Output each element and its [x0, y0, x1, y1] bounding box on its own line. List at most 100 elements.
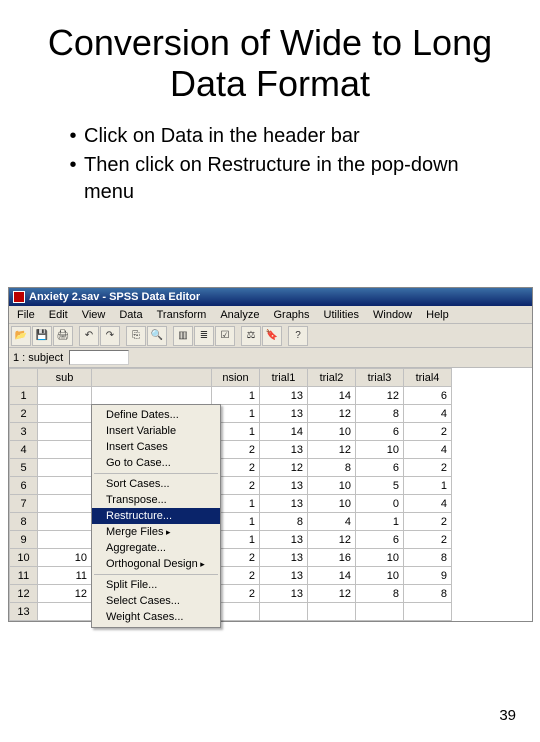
cell[interactable]: 13: [260, 387, 308, 405]
cell[interactable]: 13: [260, 549, 308, 567]
table-row[interactable]: 111314126: [10, 387, 452, 405]
cell[interactable]: 0: [356, 495, 404, 513]
row-number[interactable]: 11: [10, 567, 38, 585]
cell[interactable]: 13: [260, 495, 308, 513]
cell[interactable]: [38, 531, 92, 549]
column-header[interactable]: sub: [38, 369, 92, 387]
menu-item-restructure[interactable]: Restructure...: [92, 508, 220, 524]
cell[interactable]: 14: [308, 567, 356, 585]
cell[interactable]: [38, 477, 92, 495]
cell[interactable]: [38, 459, 92, 477]
chart-button[interactable]: ▥: [173, 326, 193, 346]
table-row[interactable]: 1111221314109: [10, 567, 452, 585]
cell[interactable]: [92, 387, 212, 405]
row-number[interactable]: 9: [10, 531, 38, 549]
table-row[interactable]: 5212862: [10, 459, 452, 477]
menu-item-define-dates[interactable]: Define Dates...: [92, 407, 220, 423]
menu-help[interactable]: Help: [420, 308, 455, 322]
menu-item-transpose[interactable]: Transpose...: [92, 492, 220, 508]
cell[interactable]: 10: [38, 549, 92, 567]
cell[interactable]: 10: [308, 495, 356, 513]
redo-button[interactable]: ↷: [100, 326, 120, 346]
table-row[interactable]: 818412: [10, 513, 452, 531]
cell[interactable]: 9: [404, 567, 452, 585]
undo-button[interactable]: ↶: [79, 326, 99, 346]
cell[interactable]: 6: [356, 423, 404, 441]
cell[interactable]: 4: [308, 513, 356, 531]
column-header[interactable]: trial2: [308, 369, 356, 387]
vars-button[interactable]: ≣: [194, 326, 214, 346]
cell[interactable]: 14: [308, 387, 356, 405]
column-header[interactable]: nsion: [212, 369, 260, 387]
menu-item-aggregate[interactable]: Aggregate...: [92, 540, 220, 556]
menu-item-go-to-case[interactable]: Go to Case...: [92, 455, 220, 471]
cell[interactable]: 4: [404, 441, 452, 459]
cell[interactable]: 10: [356, 549, 404, 567]
cell[interactable]: 12: [308, 531, 356, 549]
cell[interactable]: 10: [356, 441, 404, 459]
row-number[interactable]: 4: [10, 441, 38, 459]
cell[interactable]: 12: [308, 405, 356, 423]
menu-item-insert-cases[interactable]: Insert Cases: [92, 439, 220, 455]
select-button[interactable]: ☑: [215, 326, 235, 346]
menu-edit[interactable]: Edit: [43, 308, 74, 322]
cell[interactable]: [404, 603, 452, 621]
cell[interactable]: [260, 603, 308, 621]
cell[interactable]: [308, 603, 356, 621]
cell[interactable]: 8: [356, 585, 404, 603]
open-button[interactable]: 📂: [11, 326, 31, 346]
row-number[interactable]: 6: [10, 477, 38, 495]
cell[interactable]: 5: [356, 477, 404, 495]
cell[interactable]: 2: [404, 531, 452, 549]
cell[interactable]: 6: [356, 531, 404, 549]
cell[interactable]: 13: [260, 531, 308, 549]
menu-item-merge-files[interactable]: Merge Files: [92, 524, 220, 540]
cell[interactable]: 13: [260, 405, 308, 423]
menu-item-weight-cases[interactable]: Weight Cases...: [92, 609, 220, 625]
goto-button[interactable]: ⎘: [126, 326, 146, 346]
cell[interactable]: 12: [38, 585, 92, 603]
column-header[interactable]: [92, 369, 212, 387]
cell-value-input[interactable]: [69, 350, 129, 365]
data-grid[interactable]: subnsiontrial1trial2trial3trial411131412…: [9, 368, 532, 621]
menu-window[interactable]: Window: [367, 308, 418, 322]
print-button[interactable]: 🖨: [53, 326, 73, 346]
label-button[interactable]: 🔖: [262, 326, 282, 346]
table-row[interactable]: 1010221316108: [10, 549, 452, 567]
row-number[interactable]: 3: [10, 423, 38, 441]
cell[interactable]: 1: [356, 513, 404, 531]
cell[interactable]: [38, 441, 92, 459]
row-number[interactable]: 13: [10, 603, 38, 621]
row-number[interactable]: 2: [10, 405, 38, 423]
menu-view[interactable]: View: [76, 308, 112, 322]
cell[interactable]: 13: [260, 585, 308, 603]
cell[interactable]: 8: [356, 405, 404, 423]
menu-item-orthogonal-design[interactable]: Orthogonal Design: [92, 556, 220, 572]
cell[interactable]: 13: [260, 441, 308, 459]
cell[interactable]: 8: [308, 459, 356, 477]
row-number[interactable]: 8: [10, 513, 38, 531]
cell[interactable]: [38, 405, 92, 423]
row-number[interactable]: 12: [10, 585, 38, 603]
cell[interactable]: 10: [308, 477, 356, 495]
menu-utilities[interactable]: Utilities: [318, 308, 365, 322]
row-number[interactable]: 10: [10, 549, 38, 567]
cell[interactable]: [356, 603, 404, 621]
menu-data[interactable]: Data: [113, 308, 148, 322]
cell[interactable]: 8: [260, 513, 308, 531]
cell[interactable]: 2: [404, 513, 452, 531]
cell[interactable]: 6: [404, 387, 452, 405]
menu-item-insert-variable[interactable]: Insert Variable: [92, 423, 220, 439]
cell[interactable]: 13: [260, 477, 308, 495]
save-button[interactable]: 💾: [32, 326, 52, 346]
help-button[interactable]: ?: [288, 326, 308, 346]
cell[interactable]: 10: [308, 423, 356, 441]
toolbar[interactable]: 📂💾🖨↶↷⎘🔍▥≣☑⚖🔖?: [9, 324, 532, 348]
cell[interactable]: 1: [212, 387, 260, 405]
cell[interactable]: 4: [404, 495, 452, 513]
row-number[interactable]: 7: [10, 495, 38, 513]
column-header[interactable]: [10, 369, 38, 387]
menu-item-select-cases[interactable]: Select Cases...: [92, 593, 220, 609]
cell[interactable]: 6: [356, 459, 404, 477]
cell[interactable]: 4: [404, 405, 452, 423]
